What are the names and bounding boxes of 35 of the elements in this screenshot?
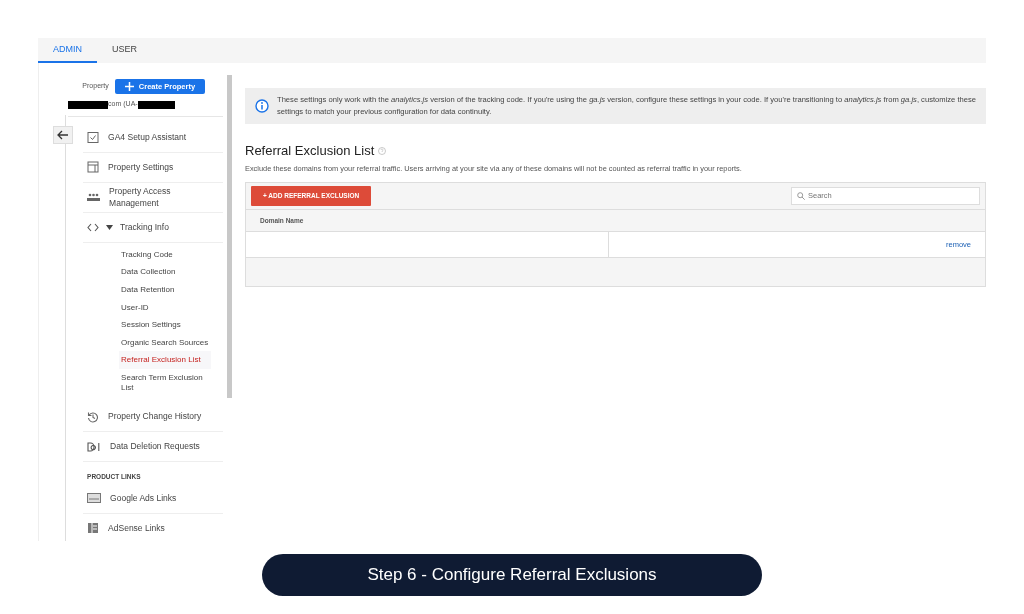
nav-subitem[interactable]: Tracking Code [119, 245, 212, 264]
plus-icon [124, 82, 134, 92]
history-icon [87, 410, 100, 423]
nav-item[interactable]: Property Access Management [83, 182, 224, 213]
code-icon [87, 222, 100, 232]
nav-subitem[interactable]: Referral Exclusion List [119, 351, 212, 369]
nav-subitem[interactable]: Data Retention [119, 280, 212, 299]
info-icon [255, 99, 269, 114]
nav-item[interactable]: AdSense Links [83, 513, 224, 541]
document-icon [87, 522, 100, 535]
nav-subitem[interactable]: User-ID [119, 298, 212, 317]
nav-item[interactable]: Tracking Info [83, 212, 224, 243]
nav-item[interactable]: Google Ads Links [83, 483, 224, 514]
nav-subitem[interactable]: Session Settings [119, 316, 212, 334]
page-heading: Referral Exclusion List [245, 142, 375, 161]
tab[interactable]: ADMIN [38, 38, 97, 63]
nav-item[interactable]: Data Deletion Requests [83, 432, 224, 463]
redaction-bar [68, 100, 109, 109]
back-button[interactable] [53, 126, 73, 144]
nav-subitem[interactable]: Data Collection [119, 263, 212, 281]
back-arrow-icon [57, 130, 69, 140]
nav-item[interactable]: GA4 Setup Assistant [83, 122, 224, 153]
layout-icon [87, 161, 100, 174]
nav-subitem[interactable]: Search Term Exclusion List [119, 368, 212, 397]
caret-icon[interactable] [106, 224, 114, 230]
nav-item[interactable]: Property Settings [83, 152, 224, 183]
caption-banner: Step 6 - Configure Referral Exclusions [262, 554, 762, 596]
card-icon [87, 493, 102, 504]
checklist-icon [87, 131, 100, 144]
nav-subitem[interactable]: Organic Search Sources [119, 333, 212, 352]
nav-item[interactable]: Property Change History [83, 402, 224, 433]
redaction-bar [137, 100, 175, 109]
people-icon [87, 192, 101, 202]
scrollbar[interactable] [227, 75, 232, 398]
tab[interactable]: USER [97, 38, 152, 63]
